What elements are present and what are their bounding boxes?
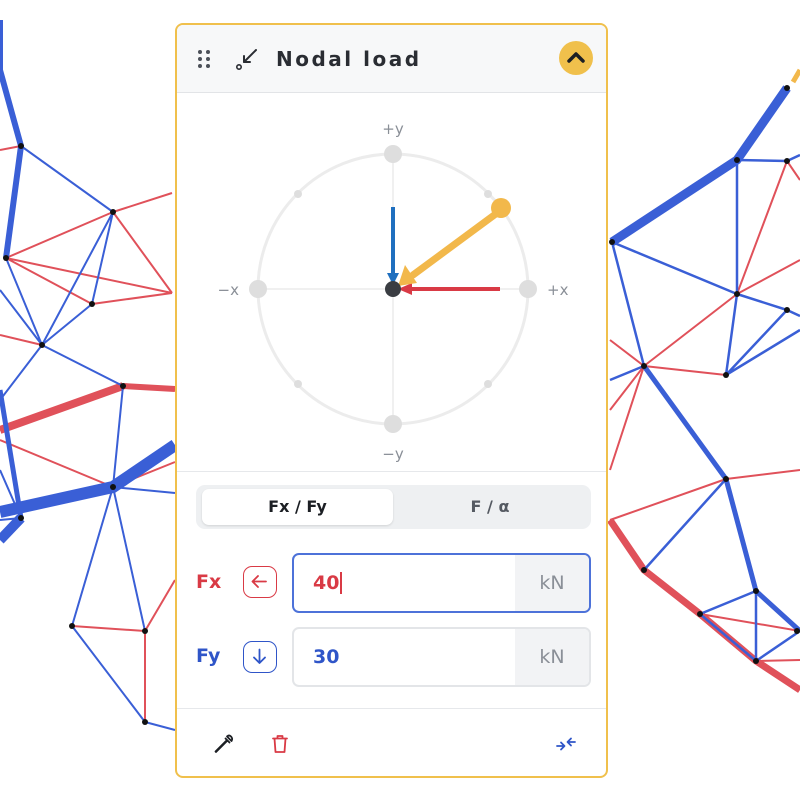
collapse-button[interactable] [559,41,593,75]
resultant-handle [491,198,511,218]
footer-divider [177,708,606,709]
fy-value: 30 [313,646,340,668]
mode-toggle: Fx / Fy F / α [196,485,591,529]
fx-unit: kN [515,555,589,611]
compress-button[interactable] [554,732,578,756]
nodal-load-panel: Nodal load +y −y +x −x Fx / Fy F / α Fx … [175,23,608,778]
delete-button[interactable] [268,732,292,756]
toggle-fx-fy[interactable]: Fx / Fy [202,489,393,525]
fx-value: 40 [313,572,340,594]
node-center [385,281,401,297]
fy-input[interactable]: 30 kN [292,627,591,687]
section-divider [177,471,606,472]
label-pos-x: +x [547,281,569,299]
fy-unit: kN [515,629,589,685]
label-pos-y: +y [382,120,404,138]
truss-load-arrow [790,68,800,84]
handle-pos-y [384,145,402,163]
fy-label: Fy [196,645,221,667]
fx-label: Fx [196,571,222,593]
arrows-in-icon [556,737,576,751]
truss-members-red-left [0,145,176,722]
label-neg-y: −y [382,445,404,463]
label-neg-x: −x [218,281,240,299]
text-caret [340,572,342,594]
trash-icon [272,735,288,753]
panel-header: Nodal load [177,25,606,93]
down-arrow-icon [253,648,266,664]
handle-neg-y [384,415,402,433]
drag-handle-icon[interactable] [197,49,211,69]
fx-input[interactable]: 40 kN [292,553,591,613]
direction-compass[interactable]: +y −y +x −x [177,93,606,471]
panel-title: Nodal load [276,47,422,71]
handle-neg-x [249,280,267,298]
handle-pos-x [519,280,537,298]
chevron-up-icon [567,52,585,63]
left-arrow-icon [251,575,267,588]
toggle-f-alpha[interactable]: F / α [395,489,585,525]
pick-node-button[interactable] [212,732,236,756]
resultant-vector [409,209,501,279]
arrow-down-left-icon [235,49,257,70]
eyedropper-icon [214,734,234,753]
fx-direction-button[interactable] [243,566,277,598]
fy-direction-button[interactable] [243,641,277,673]
